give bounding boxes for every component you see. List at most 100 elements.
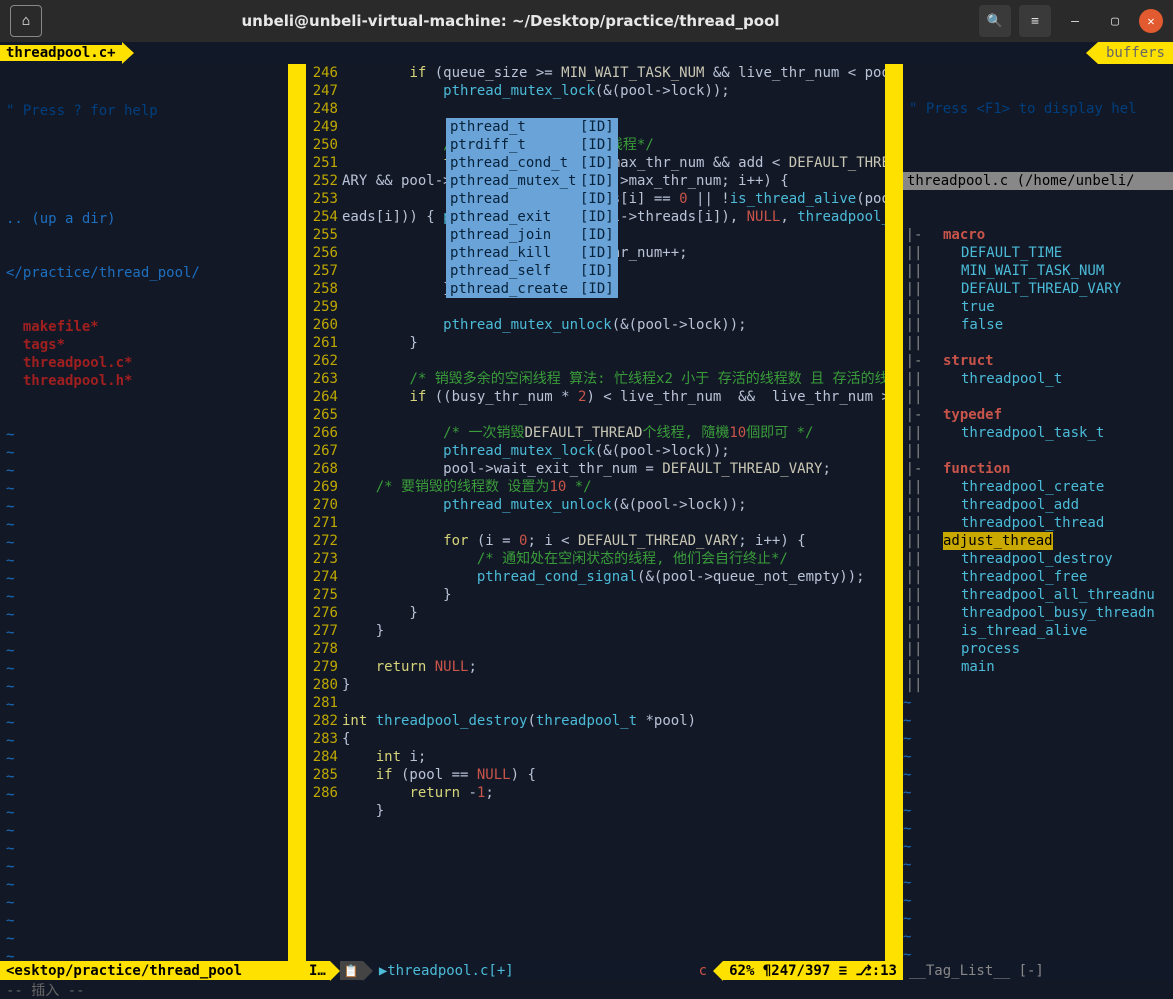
code-line[interactable]: pthread_mutex_lock(&(pool->lock)); — [342, 442, 885, 460]
completion-item[interactable]: pthread_join[ID] — [446, 226, 618, 244]
code-line[interactable] — [342, 406, 885, 424]
completion-item[interactable]: pthread_self[ID] — [446, 262, 618, 280]
completion-item[interactable]: pthread_exit[ID] — [446, 208, 618, 226]
paste-icon: 📋 — [340, 961, 363, 980]
code-line[interactable]: pthread_mutex_unlock(&(pool->lock)); — [342, 316, 885, 334]
tag-item[interactable]: adjust_thread — [943, 532, 1053, 550]
status-right: __Tag_List__ [-] — [903, 961, 1173, 980]
completion-item[interactable]: pthread[ID] — [446, 190, 618, 208]
tag-item[interactable]: process — [925, 641, 1020, 657]
code-line[interactable] — [342, 352, 885, 370]
tag-item[interactable]: DEFAULT_THREAD_VARY — [925, 281, 1121, 297]
code-line[interactable]: { — [342, 730, 885, 748]
close-button[interactable]: ✕ — [1139, 9, 1163, 33]
tab-label: threadpool.c+ — [6, 45, 116, 61]
tag-item[interactable]: threadpool_add — [925, 497, 1079, 513]
buffers-label[interactable]: buffers — [1098, 42, 1173, 64]
completion-item[interactable]: pthread_cond_t[ID] — [446, 154, 618, 172]
tag-item[interactable]: threadpool_task_t — [925, 425, 1104, 441]
code-line[interactable]: int threadpool_destroy(threadpool_t *poo… — [342, 712, 885, 730]
code-line[interactable]: /* 销毁多余的空闲线程 算法: 忙线程x2 小于 存活的线程数 且 存活的线程… — [342, 370, 885, 388]
code-line[interactable]: pthread_mutex_unlock(&(pool->lock)); — [342, 496, 885, 514]
tag-category[interactable]: macro — [925, 227, 985, 243]
tag-item[interactable]: threadpool_all_threadnu — [925, 587, 1155, 603]
code-line[interactable]: int i; — [342, 748, 885, 766]
code-line[interactable]: /* 通知处在空闲状态的线程, 他们会自行终止*/ — [342, 550, 885, 568]
code-line[interactable]: } — [342, 622, 885, 640]
tag-item[interactable]: threadpool_create — [925, 479, 1104, 495]
code-line[interactable]: pthread_cond_signal(&(pool->queue_not_em… — [342, 568, 885, 586]
status-position: 62% ¶247/397 ≡ ⎇:13 — [723, 961, 903, 980]
taglist-pane[interactable]: " Press <F1> to display hel threadpool.c… — [903, 64, 1173, 961]
title-bar: ⌂ unbeli@unbeli-virtual-machine: ~/Deskt… — [0, 0, 1173, 42]
search-button[interactable]: 🔍 — [979, 5, 1011, 37]
vertical-split[interactable] — [885, 64, 903, 961]
code-line[interactable]: } — [342, 676, 885, 694]
tag-item[interactable]: is_thread_alive — [925, 623, 1087, 639]
code-line[interactable]: return -1; — [342, 784, 885, 802]
code-line[interactable]: if (queue_size >= MIN_WAIT_TASK_NUM && l… — [342, 64, 885, 82]
code-line[interactable]: pthread_mutex_lock(&(pool->lock)); — [342, 82, 885, 100]
tab-arrow-icon — [1086, 42, 1098, 64]
tag-item[interactable]: main — [925, 659, 995, 675]
menu-button[interactable]: ≡ — [1019, 5, 1051, 37]
tag-item[interactable]: threadpool_t — [925, 371, 1062, 387]
tab-line: threadpool.c+ buffers — [0, 42, 1173, 64]
completion-item[interactable]: pthread_mutex_t[ID] — [446, 172, 618, 190]
taglist-status: __Tag_List__ [-] — [909, 963, 1044, 979]
code-line[interactable] — [342, 694, 885, 712]
file-tree-item[interactable]: threadpool.c* — [6, 354, 282, 372]
file-tree-item[interactable]: tags* — [6, 336, 282, 354]
tag-item[interactable]: false — [925, 317, 1003, 333]
tag-item[interactable]: threadpool_destroy — [925, 551, 1113, 567]
minimize-button[interactable]: — — [1059, 5, 1091, 37]
editor-pane[interactable]: 2462472482492502512522532542552562572582… — [306, 64, 885, 961]
completion-item[interactable]: pthread_kill[ID] — [446, 244, 618, 262]
file-tree-item[interactable]: threadpool.h* — [6, 372, 282, 390]
terminal-icon[interactable]: ⌂ — [10, 5, 42, 37]
code-line[interactable]: if ((busy_thr_num * 2) < live_thr_num &&… — [342, 388, 885, 406]
tag-item[interactable]: true — [925, 299, 995, 315]
completion-item[interactable]: pthread_create[ID] — [446, 280, 618, 298]
filetype: c — [693, 963, 713, 979]
tag-item[interactable]: MIN_WAIT_TASK_NUM — [925, 263, 1104, 279]
mode-label: -- 插入 -- — [0, 980, 91, 999]
code-line[interactable]: } — [342, 586, 885, 604]
code-line[interactable] — [342, 640, 885, 658]
code-line[interactable] — [342, 100, 885, 118]
tag-item[interactable]: threadpool_busy_threadn — [925, 605, 1155, 621]
file-tree-pane[interactable]: " Press ? for help .. (up a dir) </pract… — [0, 64, 288, 961]
completion-popup[interactable]: pthread_t[ID]ptrdiff_t[ID]pthread_cond_t… — [446, 118, 618, 298]
line-numbers: 2462472482492502512522532542552562572582… — [306, 64, 342, 961]
taglist-help: " Press <F1> to display hel — [903, 101, 1137, 117]
tag-item[interactable]: threadpool_free — [925, 569, 1087, 585]
tag-category[interactable]: struct — [925, 353, 994, 369]
tag-category[interactable]: typedef — [925, 407, 1002, 423]
file-tree-item[interactable]: makefile* — [6, 318, 282, 336]
code-line[interactable]: if (pool == NULL) { — [342, 766, 885, 784]
completion-item[interactable]: pthread_t[ID] — [446, 118, 618, 136]
tag-category[interactable]: function — [925, 461, 1010, 477]
completion-item[interactable]: ptrdiff_t[ID] — [446, 136, 618, 154]
cwd-path: <esktop/practice/thread_pool — [6, 963, 242, 979]
code-line[interactable]: return NULL; — [342, 658, 885, 676]
code-line[interactable]: /* 一次销毁DEFAULT_THREAD个线程, 隨機10個即可 */ — [342, 424, 885, 442]
tag-item[interactable]: DEFAULT_TIME — [925, 245, 1062, 261]
window-title: unbeli@unbeli-virtual-machine: ~/Desktop… — [42, 12, 979, 30]
code-line[interactable]: } — [342, 334, 885, 352]
code-line[interactable]: /* 要销毁的线程数 设置为10 */ — [342, 478, 885, 496]
updir[interactable]: .. (up a dir) — [6, 210, 282, 228]
arrow-icon — [713, 961, 723, 981]
tab-active[interactable]: threadpool.c+ — [0, 45, 122, 61]
code-line[interactable]: pool->wait_exit_thr_num = DEFAULT_THREAD… — [342, 460, 885, 478]
code-line[interactable]: } — [342, 802, 885, 820]
code-line[interactable] — [342, 298, 885, 316]
maximize-button[interactable]: ▢ — [1099, 5, 1131, 37]
dir-path[interactable]: </practice/thread_pool/ — [6, 264, 282, 282]
vertical-split[interactable] — [288, 64, 306, 961]
code-line[interactable] — [342, 514, 885, 532]
code-line[interactable]: for (i = 0; i < DEFAULT_THREAD_VARY; i++… — [342, 532, 885, 550]
code-line[interactable]: } — [342, 604, 885, 622]
tag-item[interactable]: threadpool_thread — [925, 515, 1104, 531]
nerdtree-help: " Press ? for help — [6, 102, 282, 120]
